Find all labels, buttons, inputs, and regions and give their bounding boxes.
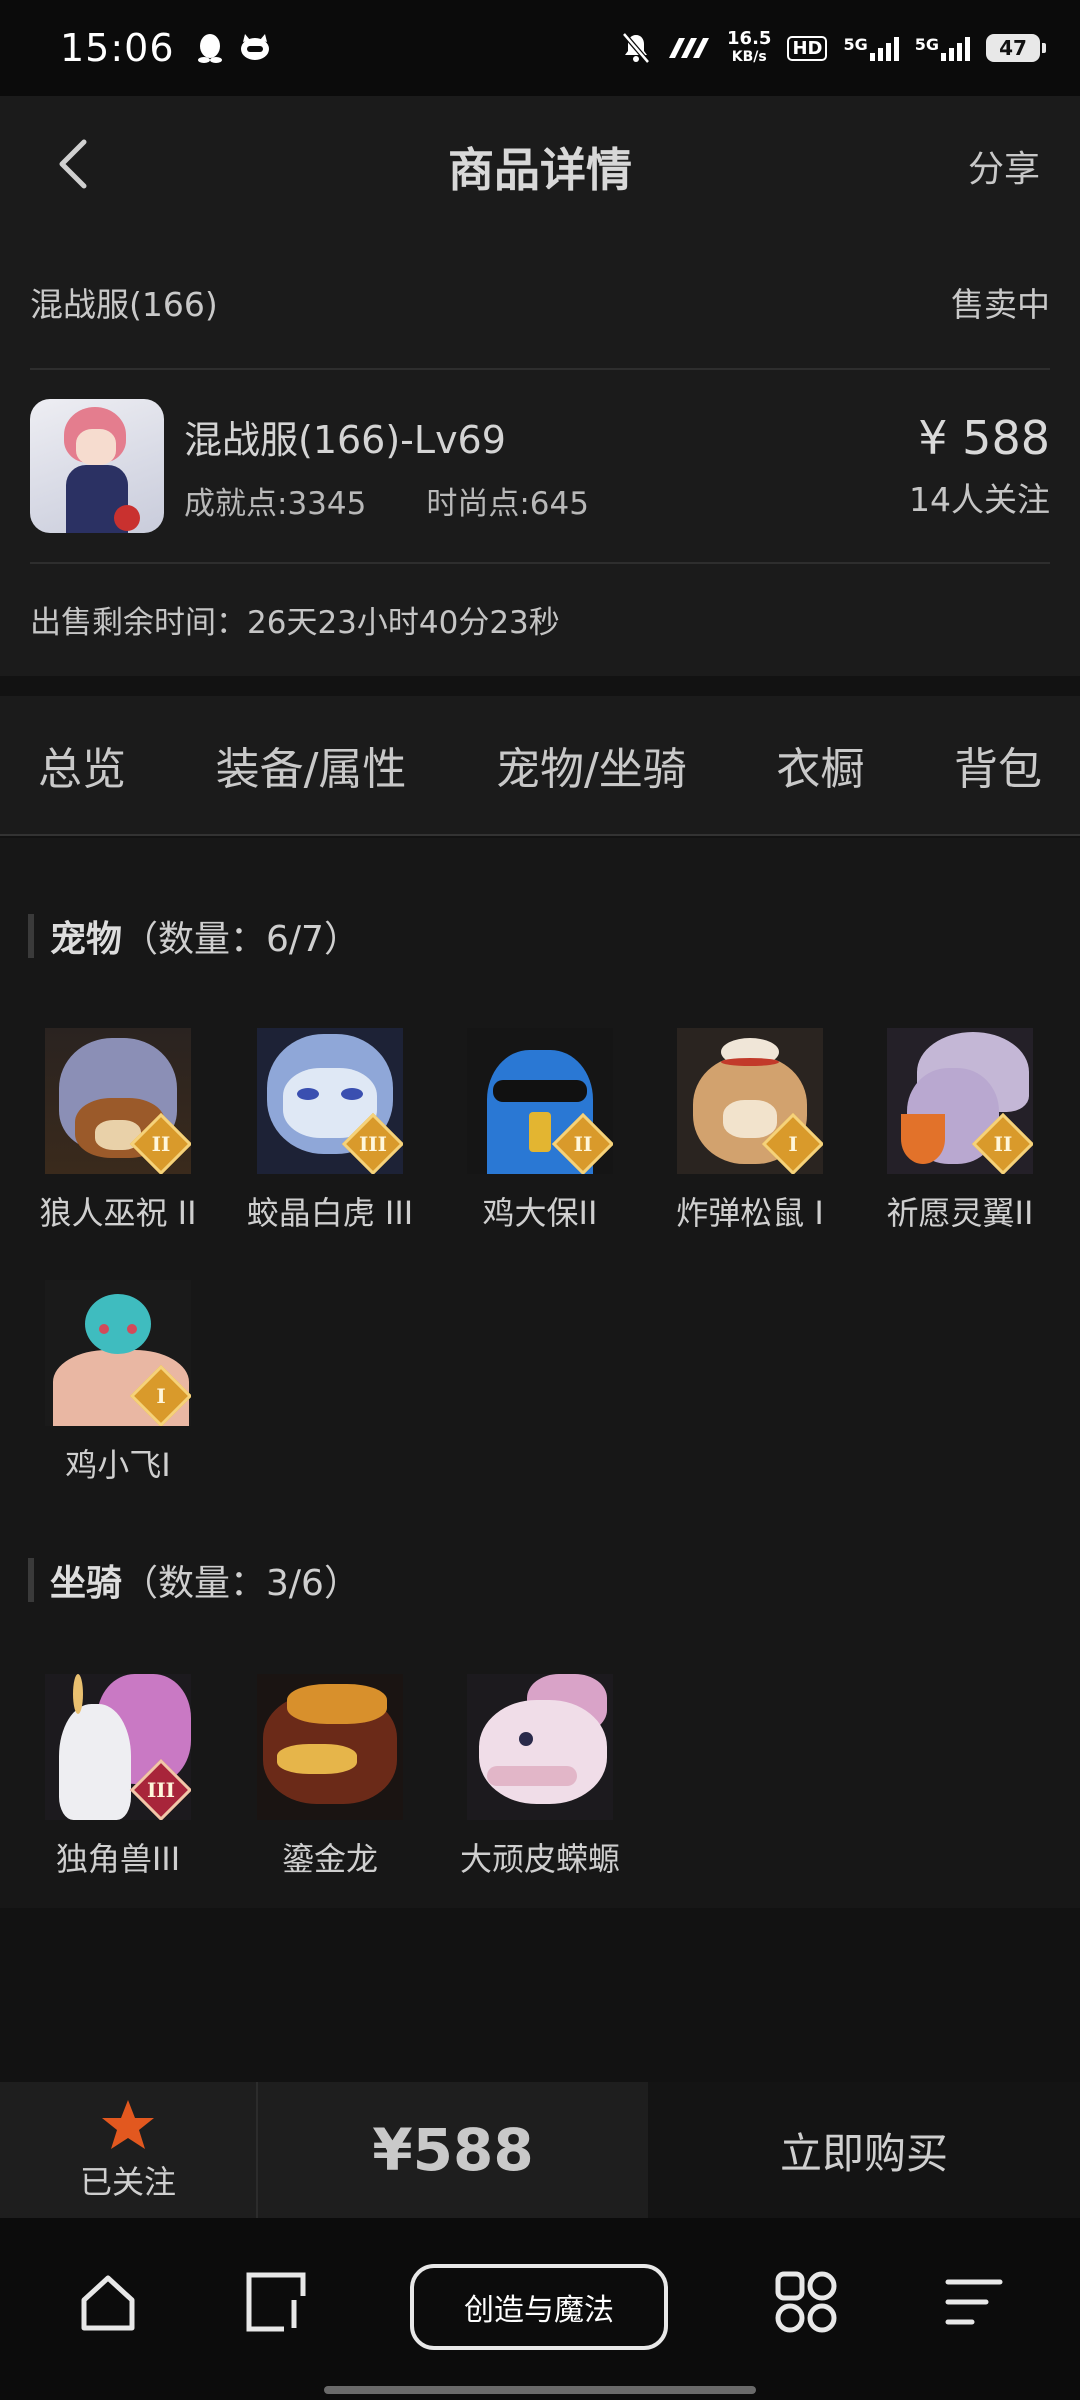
pet-thumbnail: II [887, 1028, 1033, 1174]
mount-item[interactable]: 大顽皮蝾螈 [450, 1674, 630, 1880]
mute-bell-icon [622, 32, 650, 64]
tab-pets-mounts[interactable]: 宠物/坐骑 [496, 733, 687, 797]
nfc-icon [669, 38, 710, 58]
tab-bar: 总览 装备/属性 宠物/坐骑 衣橱 背包 [0, 696, 1080, 836]
pet-thumbnail: III [257, 1028, 403, 1174]
pet-name: 祈愿灵翼II [886, 1194, 1034, 1232]
app-grid-icon[interactable] [774, 2270, 838, 2334]
signal-strength-icon-2: 5G [915, 35, 970, 61]
pet-thumbnail: I [677, 1028, 823, 1174]
character-avatar [30, 399, 164, 533]
fashion-points: 时尚点:645 [426, 486, 589, 522]
pet-thumbnail: II [467, 1028, 613, 1174]
network-speed: 16.5 KB/s [727, 28, 772, 66]
server-row: 混战服(166) 售卖中 [30, 236, 1050, 370]
tab-wardrobe[interactable]: 衣橱 [776, 733, 864, 797]
achievement-points: 成就点:3345 [184, 486, 367, 522]
pets-mounts-panel: 宠物 （数量：6/7） II 狼人巫祝 II III 蛟晶白虎 III II 鸡大… [0, 838, 1080, 1908]
mounts-section-title: 坐骑 （数量：3/6） [28, 1554, 360, 1606]
pet-item[interactable]: I 鸡小飞I [28, 1280, 208, 1486]
star-icon [102, 2100, 154, 2149]
mount-item[interactable]: 鎏金龙 [240, 1674, 420, 1880]
follow-button[interactable]: 已关注 [0, 2082, 258, 2218]
qq-penguin-icon [197, 34, 222, 63]
pet-item[interactable]: I 炸弹松鼠 I [660, 1028, 840, 1234]
top-header: 商品详情 分享 [0, 96, 1080, 236]
pet-thumbnail: II [45, 1028, 191, 1174]
pets-section-title: 宠物 （数量：6/7） [28, 910, 360, 962]
share-button[interactable]: 分享 [968, 140, 1040, 192]
mount-name: 鎏金龙 [281, 1840, 378, 1878]
page-title: 商品详情 [448, 143, 632, 197]
product-name: 混战服(166)-Lv69 [184, 418, 506, 462]
mount-thumbnail: III [45, 1674, 191, 1820]
pet-item[interactable]: II 祈愿灵翼II [870, 1028, 1050, 1234]
status-bar: 15:06 16.5 KB/s HD 5G 5G 47 [0, 0, 1080, 96]
follower-count: 14人关注 [909, 480, 1050, 519]
pet-item[interactable]: III 蛟晶白虎 III [240, 1028, 420, 1234]
status-time: 15:06 [60, 26, 175, 70]
home-indicator[interactable] [324, 2386, 756, 2394]
mount-item[interactable]: III 独角兽III [28, 1674, 208, 1880]
product-info-card: 混战服(166) 售卖中 混战服(166)-Lv69 成就点:3345 时尚点:… [0, 236, 1080, 676]
pet-item[interactable]: II 狼人巫祝 II [28, 1028, 208, 1234]
app-shortcut-button[interactable]: 创造与魔法 [410, 2264, 668, 2350]
product-price: ¥ 588 [918, 411, 1050, 465]
signal-strength-icon: 5G [843, 35, 899, 61]
buy-now-button[interactable]: 立即购买 [648, 2082, 1080, 2218]
tab-overview[interactable]: 总览 [38, 733, 126, 797]
pet-thumbnail: I [45, 1280, 191, 1426]
tab-equipment[interactable]: 装备/属性 [216, 733, 407, 797]
pet-name: 炸弹松鼠 I [676, 1194, 824, 1232]
recent-apps-icon[interactable] [244, 2270, 308, 2334]
pet-name: 鸡大保II [482, 1194, 598, 1232]
pet-item[interactable]: II 鸡大保II [450, 1028, 630, 1234]
battery-icon: 47 [986, 34, 1046, 62]
mount-name: 大顽皮蝾螈 [459, 1840, 620, 1878]
home-icon[interactable] [76, 2270, 140, 2334]
tab-backpack[interactable]: 背包 [954, 733, 1042, 797]
purchase-bar: 已关注 ¥588 立即购买 [0, 2082, 1080, 2218]
mount-name: 独角兽III [55, 1840, 181, 1878]
mount-thumbnail [467, 1674, 613, 1820]
total-price: ¥588 [258, 2082, 648, 2218]
pet-name: 狼人巫祝 II [39, 1194, 197, 1232]
hd-voice-badge: HD [787, 35, 828, 61]
pet-name: 鸡小飞I [65, 1446, 171, 1484]
system-nav-bar: 创造与魔法 [0, 2218, 1080, 2400]
server-name: 混战服(166) [30, 285, 218, 324]
sale-status: 售卖中 [951, 285, 1050, 324]
remaining-time: 出售剩余时间：26天23小时40分23秒 [30, 604, 560, 641]
cat-app-icon [240, 34, 269, 60]
menu-icon[interactable] [942, 2270, 1006, 2334]
mount-thumbnail [257, 1674, 403, 1820]
product-row[interactable]: 混战服(166)-Lv69 成就点:3345 时尚点:645 ¥ 588 14人… [30, 370, 1050, 564]
pet-name: 蛟晶白虎 III [246, 1194, 414, 1232]
